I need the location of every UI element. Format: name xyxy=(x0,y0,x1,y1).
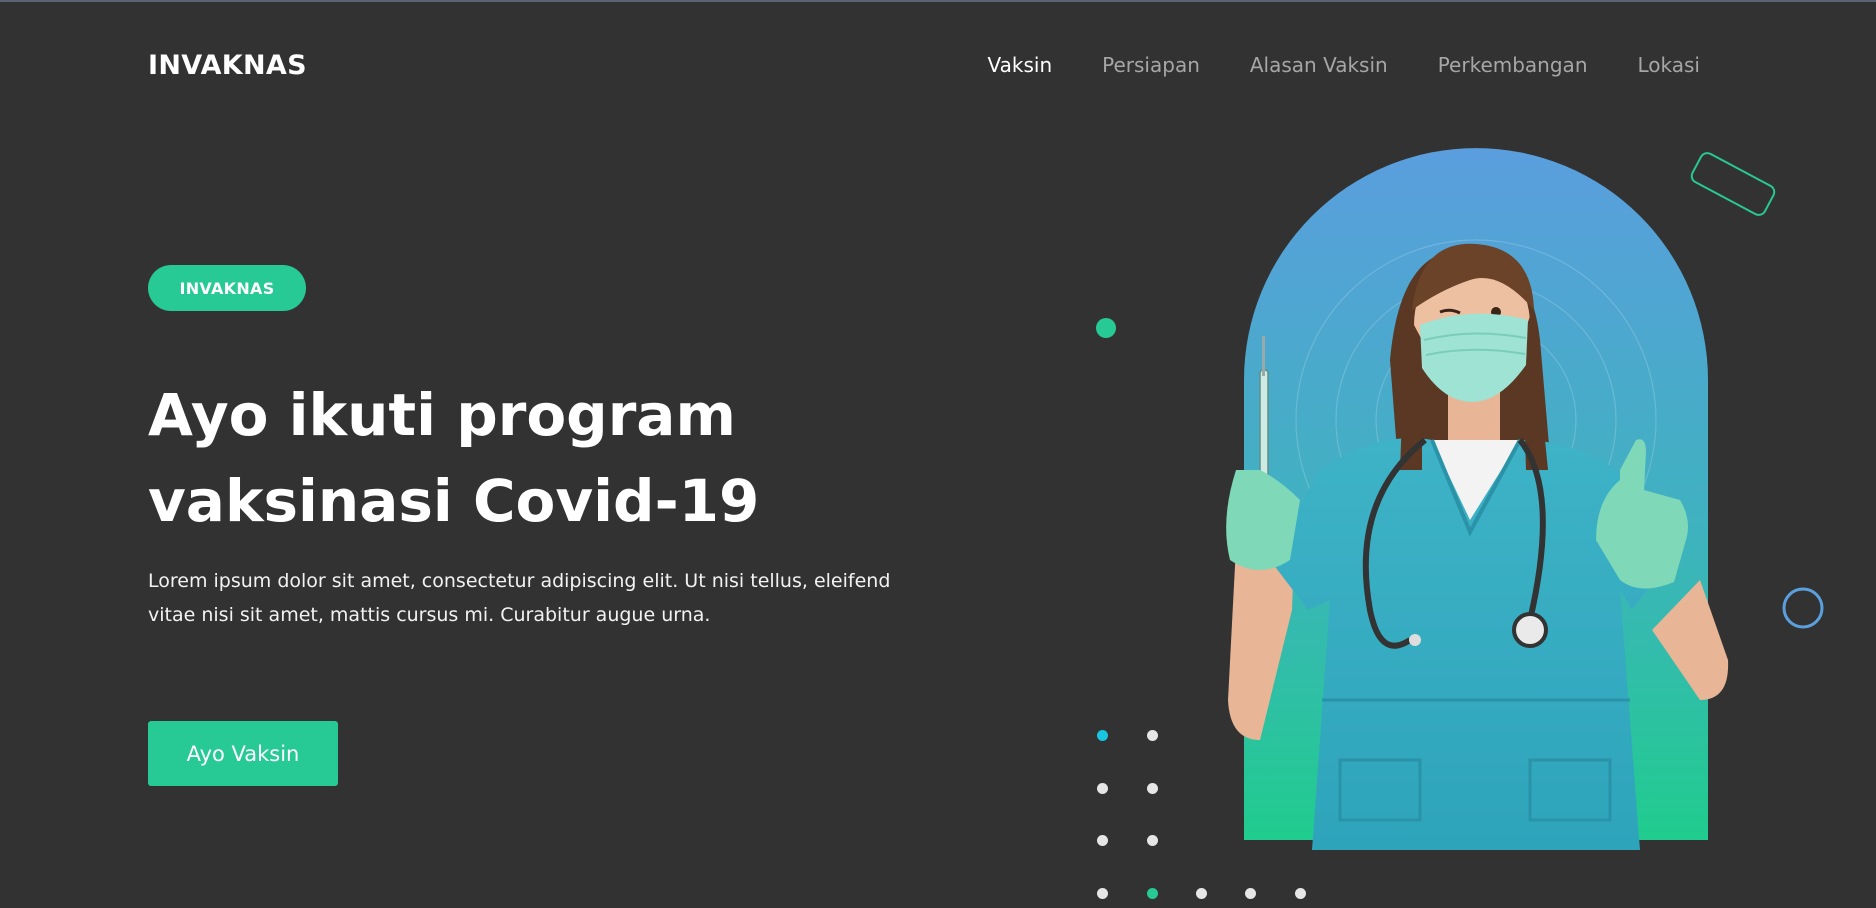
headline-line-2: vaksinasi Covid-19 xyxy=(148,467,760,535)
dot xyxy=(1147,835,1158,846)
nav-item-alasan-vaksin[interactable]: Alasan Vaksin xyxy=(1250,53,1388,77)
dot xyxy=(1097,730,1108,741)
green-dot-icon xyxy=(1096,318,1116,338)
description-line-1: Lorem ipsum dolor sit amet, consectetur … xyxy=(148,570,891,592)
hero-badge: INVAKNAS xyxy=(148,265,306,311)
main-nav: Vaksin Persiapan Alasan Vaksin Perkemban… xyxy=(988,53,1700,77)
nurse-image xyxy=(1226,148,1729,850)
dot xyxy=(1147,783,1158,794)
nav-item-perkembangan[interactable]: Perkembangan xyxy=(1438,53,1588,77)
dot xyxy=(1147,888,1158,899)
dot xyxy=(1245,888,1256,899)
description-line-2: vitae nisi sit amet, mattis cursus mi. C… xyxy=(148,604,711,626)
brand-logo[interactable]: INVAKNAS xyxy=(148,50,307,81)
ayo-vaksin-button[interactable]: Ayo Vaksin xyxy=(148,721,338,786)
browser-top-edge xyxy=(0,0,1876,2)
dot xyxy=(1097,888,1108,899)
dot xyxy=(1295,888,1306,899)
headline-line-1: Ayo ikuti program xyxy=(148,381,736,449)
nav-item-lokasi[interactable]: Lokasi xyxy=(1638,53,1701,77)
dot xyxy=(1147,730,1158,741)
hero-description: Lorem ipsum dolor sit amet, consectetur … xyxy=(148,564,938,632)
dot xyxy=(1196,888,1207,899)
dot xyxy=(1097,835,1108,846)
hero-headline: Ayo ikuti program vaksinasi Covid-19 xyxy=(148,372,908,544)
circle-outline-icon xyxy=(1782,587,1824,629)
nav-item-persiapan[interactable]: Persiapan xyxy=(1102,53,1200,77)
nav-item-vaksin[interactable]: Vaksin xyxy=(988,53,1053,77)
dot xyxy=(1097,783,1108,794)
